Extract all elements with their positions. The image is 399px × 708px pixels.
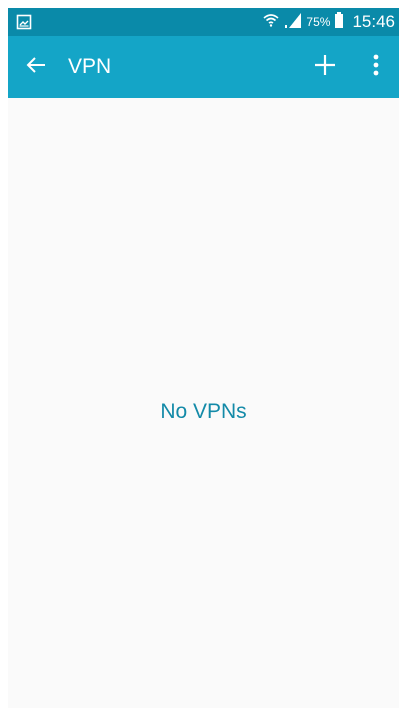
battery-percent: 75% [306, 15, 331, 29]
status-bar: 75% 15:46 [8, 8, 399, 36]
empty-state-message: No VPNs [160, 400, 247, 423]
gallery-notification-icon [16, 14, 32, 30]
vpn-list-area: No VPNs [8, 98, 399, 708]
add-vpn-button[interactable] [310, 52, 340, 82]
status-indicators: 75% 15:46 [262, 8, 395, 36]
back-button[interactable] [22, 53, 50, 81]
more-vert-icon [372, 53, 380, 82]
wifi-icon [262, 11, 280, 34]
plus-icon [313, 53, 337, 82]
battery-icon [334, 11, 344, 34]
status-time: 15:46 [352, 12, 395, 31]
more-options-button[interactable] [364, 52, 388, 82]
phone-screen: 75% 15:46 VPN No VPNs [8, 8, 399, 708]
app-bar: VPN [8, 36, 399, 98]
arrow-back-icon [25, 54, 47, 81]
page-title: VPN [68, 55, 112, 78]
signal-icon [284, 11, 302, 34]
